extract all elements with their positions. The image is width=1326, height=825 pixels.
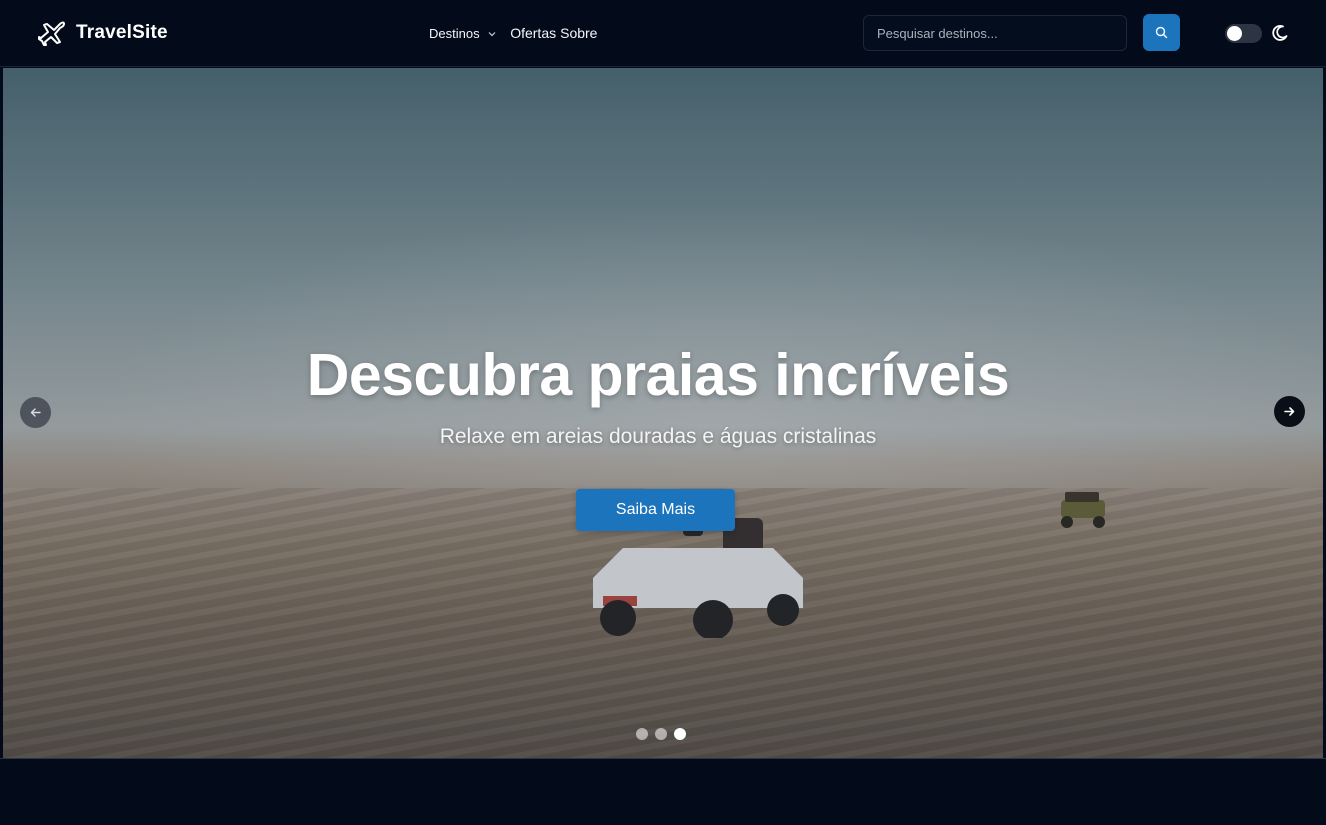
arrow-right-icon <box>1284 407 1295 416</box>
carousel-next-button[interactable] <box>1274 396 1305 427</box>
brand-logo-link[interactable]: TravelSite <box>38 20 168 46</box>
saiba-mais-button[interactable]: Saiba Mais <box>576 489 735 531</box>
search-button[interactable] <box>1143 14 1180 51</box>
main-nav: Destinos Ofertas Sobre <box>429 23 597 43</box>
carousel-indicators <box>636 728 686 740</box>
navbar: TravelSite Destinos Ofertas Sobre <box>0 0 1326 67</box>
nav-destinos-label: Destinos <box>429 25 480 41</box>
search-input[interactable] <box>863 15 1127 51</box>
airplane-icon <box>38 21 65 46</box>
hero-overlay <box>3 68 1323 758</box>
moon-icon[interactable] <box>1270 23 1290 43</box>
carousel-dot-2[interactable] <box>655 728 667 740</box>
carousel-prev-button[interactable] <box>20 397 51 428</box>
hero-subtitle: Relaxe em areias douradas e águas crista… <box>439 425 877 448</box>
nav-sobre-link[interactable]: Sobre <box>560 25 597 41</box>
chevron-down-icon <box>488 32 496 37</box>
search-icon <box>1155 26 1168 39</box>
arrow-left-icon <box>30 408 41 417</box>
nav-destinos-dropdown[interactable]: Destinos <box>429 26 497 41</box>
content-section <box>0 758 1326 825</box>
nav-ofertas-link[interactable]: Ofertas <box>510 25 556 41</box>
carousel-dot-3[interactable] <box>674 728 686 740</box>
hero-carousel: Descubra praias incríveis Relaxe em arei… <box>3 68 1323 758</box>
carousel-dot-1[interactable] <box>636 728 648 740</box>
toggle-knob <box>1227 26 1242 41</box>
brand-name: TravelSite <box>76 22 168 43</box>
theme-toggle[interactable] <box>1225 24 1262 43</box>
hero-title: Descubra praias incríveis <box>306 342 1010 408</box>
